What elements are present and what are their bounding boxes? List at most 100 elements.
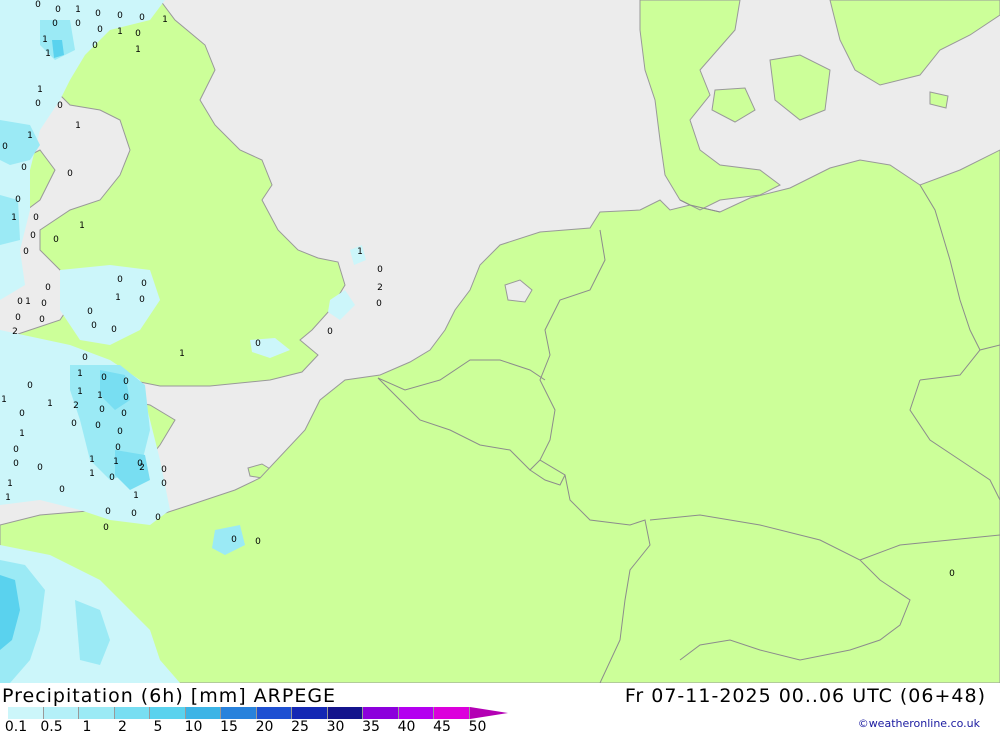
point-value: 0 [139,13,145,23]
point-value: 0 [101,373,107,383]
point-value: 0 [39,315,45,325]
point-value: 0 [231,535,237,545]
legend-swatch [114,707,150,719]
point-value: 1 [45,49,51,59]
legend-swatch [363,707,399,719]
point-value: 2 [73,401,79,411]
legend-swatch [150,707,186,719]
point-value: 0 [117,427,123,437]
point-value: 2 [377,283,383,293]
point-value: 0 [15,195,21,205]
point-value: 0 [17,297,23,307]
point-value: 0 [161,465,167,475]
point-value: 1 [97,391,103,401]
point-value: 1 [5,493,11,503]
legend-swatch [8,707,44,719]
point-value: 1 [77,387,83,397]
point-value: 1 [75,5,81,15]
point-value: 0 [67,169,73,179]
point-value: 0 [92,41,98,51]
point-value: 0 [41,299,47,309]
point-value: 0 [27,381,33,391]
point-value: 0 [105,507,111,517]
point-value: 0 [117,275,123,285]
point-value: 1 [113,457,119,467]
legend-swatch [79,707,115,719]
point-value: 0 [91,321,97,331]
map-canvas: 0 0 1 0 0 0 1 0 1 0 1 0 0 1 0 1 1 0 0 1 0 0 1 0 0 0 1 0 1 0 0 0 1 0 0 0 0 0 0 0… [0,0,1000,683]
point-value: 0 [117,11,123,21]
point-value: 0 [123,393,129,403]
legend-swatch [221,707,257,719]
point-value: 0 [33,213,39,223]
point-value: 0 [87,307,93,317]
legend-swatch [434,707,470,719]
point-value: 0 [97,25,103,35]
point-value: 0 [13,445,19,455]
map-footer: Precipitation (6h) [mm] ARPEGE Fr 07-11-… [0,683,1000,735]
point-value: 1 [135,45,141,55]
point-value: 1 [11,213,17,223]
point-value: 1 [77,369,83,379]
point-value: 0 [37,463,43,473]
point-value: 0 [255,537,261,547]
point-value: 0 [99,405,105,415]
point-value: 1 [162,15,168,25]
point-value: 1 [7,479,13,489]
point-value: 0 [35,0,41,10]
point-value: 1 [357,247,363,257]
legend-swatch [256,707,292,719]
point-value: 0 [95,421,101,431]
legend-swatch [398,707,434,719]
point-value: 0 [121,409,127,419]
precipitation-map: 0 0 1 0 0 0 1 0 1 0 1 0 0 1 0 1 1 0 0 1 0 0 1 0 0 0 1 0 1 0 0 0 1 0 0 0 0 0 0 0… [0,0,1000,683]
point-value: 0 [111,325,117,335]
point-value: 0 [19,409,25,419]
point-value: 0 [115,443,121,453]
valid-time: Fr 07-11-2025 00..06 UTC (06+48) [624,685,986,707]
point-value: 0 [95,9,101,19]
point-value: 1 [75,121,81,131]
point-value: 0 [123,377,129,387]
legend-swatch [43,707,79,719]
point-value: 0 [59,485,65,495]
point-value: 2 [12,327,18,337]
point-value: 1 [117,27,123,37]
credit-link[interactable]: ©weatheronline.co.uk [858,717,980,730]
point-value: 0 [75,19,81,29]
point-value: 1 [27,131,33,141]
legend-swatch [185,707,221,719]
point-value: 0 [135,29,141,39]
point-value: 0 [57,101,63,111]
point-value: 0 [23,247,29,257]
legend-tick-labels: 0.1 0.5 1 2 5 10 15 20 25 30 35 40 45 50 [0,719,520,735]
point-value: 0 [21,163,27,173]
point-value: 0 [139,295,145,305]
point-value: 0 [71,419,77,429]
point-value: 1 [179,349,185,359]
point-value: 1 [79,221,85,231]
point-value: 0 [82,353,88,363]
point-value: 0 [109,473,115,483]
point-value: 0 [327,327,333,337]
legend-swatch [292,707,328,719]
point-value: 0 [949,569,955,579]
point-value: 0 [103,523,109,533]
point-value: 0 [141,279,147,289]
legend-swatch [327,707,363,719]
point-value: 1 [89,469,95,479]
point-value: 1 [89,455,95,465]
point-value: 0 [377,265,383,275]
point-value: 2 [139,463,145,473]
point-value: 0 [13,459,19,469]
point-value: 1 [133,491,139,501]
point-value: 0 [52,19,58,29]
point-value: 0 [35,99,41,109]
point-value: 1 [47,399,53,409]
color-legend [8,707,508,719]
point-value: 0 [161,479,167,489]
point-value: 0 [53,235,59,245]
point-value: 0 [255,339,261,349]
point-value: 1 [25,297,31,307]
point-value: 0 [131,509,137,519]
